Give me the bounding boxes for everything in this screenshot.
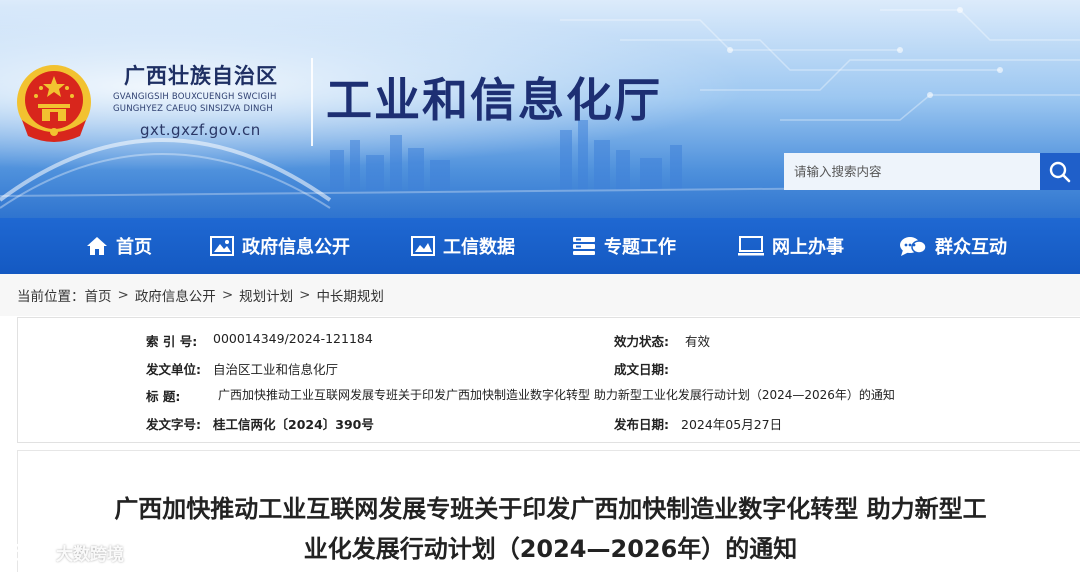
nav-item-label: 群众互动 [935,237,1007,258]
search-input[interactable] [784,153,1040,190]
chart-icon [411,236,435,256]
nav-item-label: 首页 [116,237,152,258]
department-title: 工业和信息化厅 [326,73,662,127]
index-value: 000014349/2024-121184 [213,331,373,346]
main-nav: 首页 政府信息公开 工信数据 专题工作 网上办事 群众互动 [0,218,1080,274]
nav-item-industry-data[interactable]: 工信数据 [411,218,515,274]
published-date-value: 2024年05月27日 [681,417,783,432]
image-icon [210,236,234,256]
issuer-value: 自治区工业和信息化厅 [213,362,339,377]
status-value: 有效 [685,334,711,349]
article-title-line1: 广西加快推动工业互联网发展专班关于印发广西加快制造业数字化转型 助力新型工 [114,495,987,523]
nav-item-gov-info[interactable]: 政府信息公开 [210,218,350,274]
monitor-icon [738,236,764,256]
article-body: 广西加快推动工业互联网发展专班关于印发广西加快制造业数字化转型 助力新型工 业化… [17,450,1080,572]
title-value: 广西加快推动工业互联网发展专班关于印发广西加快制造业数字化转型 助力新型工业化发… [218,388,895,402]
nav-item-label: 专题工作 [604,237,676,258]
document-info-box: 索 引 号: 000014349/2024-121184 效力状态: 有效 发文… [17,317,1080,443]
region-pinyin-line2: GUNGHYEZ CAEUQ SINSIZVA DINGH [113,104,273,114]
search-icon [1049,161,1071,182]
region-name: 广西壮族自治区 [124,64,278,88]
title-label: 标 题: [146,389,181,404]
header-divider [311,58,313,146]
nav-item-special-work[interactable]: 专题工作 [572,218,676,274]
breadcrumb: 当前位置： 首页 > 政府信息公开 > 规划计划 > 中长期规划 [0,274,1080,316]
brand-logo-icon [10,543,46,561]
breadcrumb-item-home[interactable]: 首页 [85,285,112,305]
breadcrumb-separator: > [221,287,234,303]
nav-item-label: 网上办事 [772,237,844,258]
watermark-text: 大数跨境 [56,545,124,565]
created-date-label: 成文日期: [614,362,669,377]
watermark: 大数跨境 [8,540,124,565]
search-button[interactable] [1040,153,1080,190]
breadcrumb-separator: > [299,287,311,303]
breadcrumb-separator: > [117,287,129,303]
chat-icon [900,237,927,256]
site-domain[interactable]: gxt.gxzf.gov.cn [140,121,261,139]
breadcrumb-item-gov-info[interactable]: 政府信息公开 [135,285,216,305]
header-banner: 广西壮族自治区 GVANGIGSIH BOUXCUENGH SWCIGIH GU… [0,0,1080,218]
doc-number-label: 发文字号: [146,417,201,432]
published-date-label: 发布日期: [614,417,669,432]
stack-icon [573,237,595,255]
article-title: 广西加快推动工业互联网发展专班关于印发广西加快制造业数字化转型 助力新型工 业化… [38,489,1063,569]
breadcrumb-prefix: 当前位置： [17,289,85,305]
home-icon [87,237,107,255]
doc-number-value: 桂工信两化〔2024〕390号 [213,417,374,432]
national-emblem-icon [17,65,91,142]
nav-item-public-interaction[interactable]: 群众互动 [899,218,1007,274]
status-label: 效力状态: [614,334,669,349]
nav-item-home[interactable]: 首页 [86,218,152,274]
index-label: 索 引 号: [146,334,198,349]
nav-item-label: 工信数据 [443,237,515,258]
nav-item-label: 政府信息公开 [242,237,350,258]
breadcrumb-item-planning[interactable]: 规划计划 [239,285,293,305]
nav-item-online-service[interactable]: 网上办事 [738,218,844,274]
issuer-label: 发文单位: [146,362,201,377]
breadcrumb-item-long-term[interactable]: 中长期规划 [316,285,384,305]
region-pinyin-line1: GVANGIGSIH BOUXCUENGH SWCIGIH [113,92,277,102]
article-title-line2: 业化发展行动计划（2024—2026年）的通知 [303,535,798,563]
